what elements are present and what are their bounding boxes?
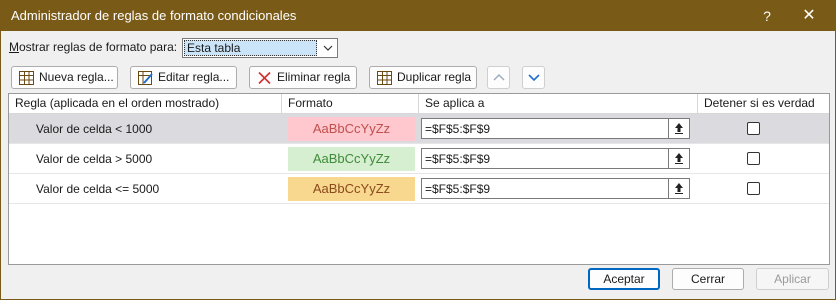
title-bar: Administrador de reglas de formato condi…	[0, 0, 836, 31]
rules-grid: Regla (aplicada en el orden mostrado) Fo…	[8, 93, 830, 265]
table-icon	[19, 71, 34, 85]
show-rules-label-accesskey: M	[9, 40, 19, 54]
applies-to-field[interactable]: =$F$5:$F$9	[421, 178, 690, 199]
delete-rule-button[interactable]: Eliminar regla	[249, 66, 357, 89]
show-rules-selected: Esta tabla	[184, 40, 317, 56]
applies-to-value: =$F$5:$F$9	[425, 122, 491, 136]
chevron-up-icon	[493, 74, 505, 81]
apply-button[interactable]: Aplicar	[756, 268, 829, 290]
collapse-arrow-icon	[675, 123, 683, 134]
stop-if-true-checkbox[interactable]	[747, 182, 760, 195]
format-preview: AaBbCcYyZz	[288, 177, 415, 201]
show-rules-label-text: ostrar reglas de formato para:	[19, 40, 178, 54]
rule-row[interactable]: Valor de celda > 5000 AaBbCcYyZz =$F$5:$…	[9, 144, 829, 174]
rules-toolbar: Nueva regla... Editar regla... Eliminar …	[11, 66, 827, 91]
applies-to-field[interactable]: =$F$5:$F$9	[421, 118, 690, 139]
rule-description: Valor de celda < 1000	[36, 122, 153, 136]
window-title: Administrador de reglas de formato condi…	[11, 8, 297, 23]
edit-rule-button[interactable]: Editar regla...	[130, 66, 237, 89]
edit-rule-label: Editar regla...	[158, 70, 230, 84]
show-rules-dropdown[interactable]: Esta tabla	[182, 38, 338, 58]
column-header-applies-to: Se aplica a	[419, 94, 698, 114]
rule-row[interactable]: Valor de celda <= 5000 AaBbCcYyZz =$F$5:…	[9, 174, 829, 204]
rule-description: Valor de celda <= 5000	[36, 182, 160, 196]
duplicate-table-icon	[377, 71, 392, 85]
new-rule-label: Nueva regla...	[39, 70, 114, 84]
format-preview: AaBbCcYyZz	[288, 117, 415, 141]
help-button[interactable]: ?	[752, 5, 782, 27]
range-picker-button[interactable]	[668, 149, 689, 168]
move-up-button[interactable]	[487, 66, 510, 89]
stop-if-true-checkbox[interactable]	[747, 152, 760, 165]
show-rules-label: Mostrar reglas de formato para:	[9, 40, 177, 54]
applies-to-value: =$F$5:$F$9	[425, 152, 491, 166]
duplicate-rule-label: Duplicar regla	[397, 70, 472, 84]
delete-x-icon	[258, 71, 271, 85]
range-picker-button[interactable]	[668, 179, 689, 198]
dialog-body: Mostrar reglas de formato para: Esta tab…	[0, 31, 836, 300]
new-rule-button[interactable]: Nueva regla...	[11, 66, 118, 89]
duplicate-rule-button[interactable]: Duplicar regla	[369, 66, 477, 89]
applies-to-field[interactable]: =$F$5:$F$9	[421, 148, 690, 169]
column-header-format: Formato	[282, 94, 419, 114]
close-button[interactable]: Cerrar	[672, 268, 744, 290]
collapse-arrow-icon	[675, 153, 683, 164]
format-preview: AaBbCcYyZz	[288, 147, 415, 171]
close-window-button[interactable]: ✕	[794, 5, 824, 27]
stop-if-true-checkbox[interactable]	[747, 122, 760, 135]
applies-to-value: =$F$5:$F$9	[425, 182, 491, 196]
rule-row[interactable]: Valor de celda < 1000 AaBbCcYyZz =$F$5:$…	[9, 114, 829, 144]
range-picker-button[interactable]	[668, 119, 689, 138]
delete-rule-label: Eliminar regla	[277, 70, 351, 84]
column-header-rule: Regla (aplicada en el orden mostrado)	[9, 94, 282, 114]
chevron-down-icon	[323, 45, 333, 51]
move-down-button[interactable]	[522, 66, 545, 89]
grid-header: Regla (aplicada en el orden mostrado) Fo…	[9, 94, 829, 114]
chevron-down-icon	[528, 74, 540, 82]
rule-description: Valor de celda > 5000	[36, 152, 153, 166]
accept-button[interactable]: Aceptar	[588, 268, 660, 290]
edit-table-icon	[138, 71, 153, 85]
collapse-arrow-icon	[675, 183, 683, 194]
column-header-stop-if-true: Detener si es verdad	[704, 96, 815, 110]
